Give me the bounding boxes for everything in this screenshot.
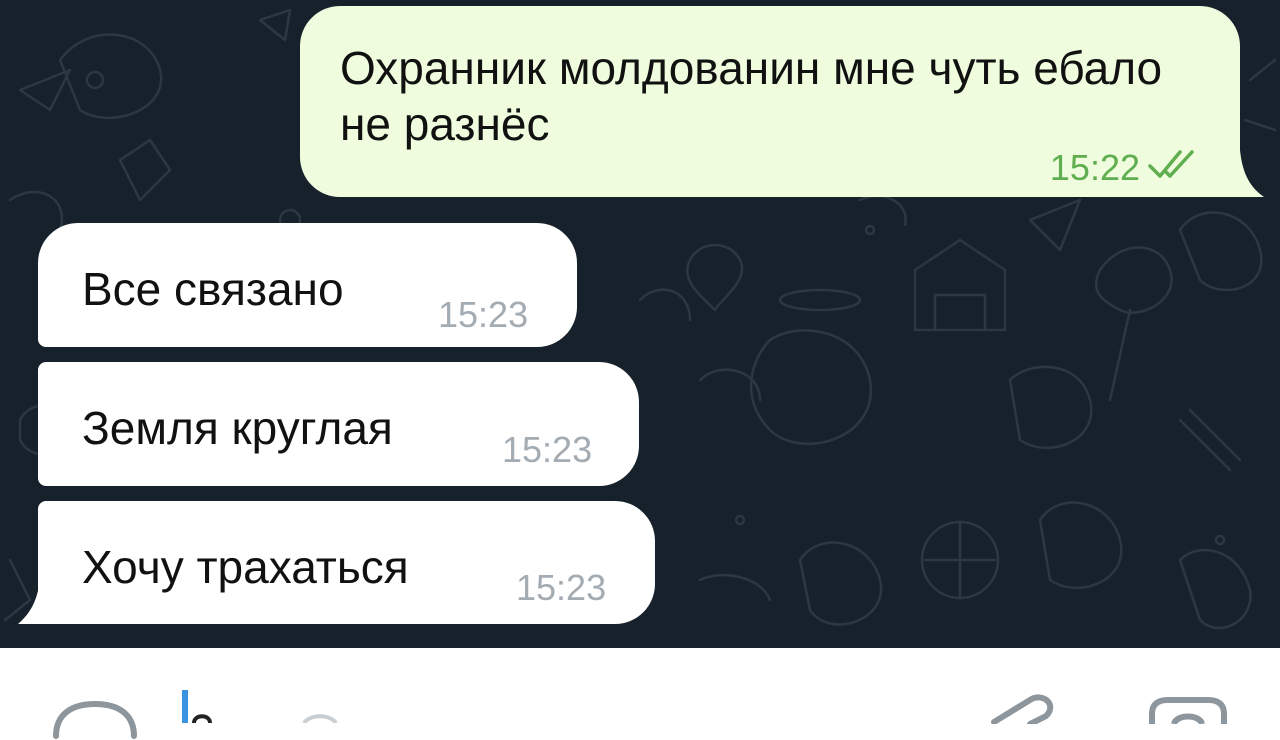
outgoing-bubble-tail: [1230, 150, 1264, 197]
message-input-bar[interactable]: [0, 648, 1280, 739]
camera-icon[interactable]: [1148, 692, 1228, 724]
message-text: Земля круглая: [82, 402, 393, 454]
message-time: 15:23: [516, 567, 607, 608]
chat-area: Охранник молдованин мне чуть ебало не ра…: [0, 0, 1280, 648]
typed-text-fragment: [192, 714, 212, 723]
typed-text-fragment: [302, 714, 338, 723]
double-check-icon: [1148, 150, 1194, 178]
message-text: Хочу трахаться: [82, 541, 409, 593]
emoji-icon[interactable]: [52, 700, 138, 740]
message-text: Все связано: [82, 263, 344, 315]
text-cursor: [182, 690, 188, 723]
message-time: 15:22: [1049, 147, 1140, 188]
outgoing-message[interactable]: Охранник молдованин мне чуть ебало не ра…: [300, 6, 1240, 197]
message-text: Охранник молдованин мне чуть ебало не ра…: [340, 42, 1163, 150]
incoming-bubble-tail: [18, 578, 48, 624]
attach-icon[interactable]: [990, 694, 1060, 724]
message-time: 15:23: [438, 294, 529, 335]
message-time: 15:23: [502, 429, 593, 470]
